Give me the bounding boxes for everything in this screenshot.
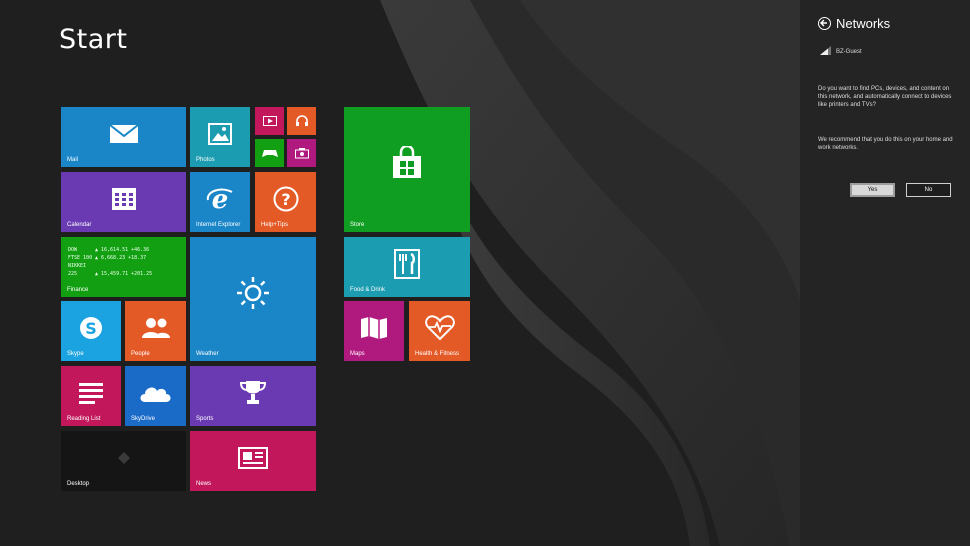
tile-maps[interactable]: Maps xyxy=(344,301,404,361)
headphones-icon xyxy=(295,115,308,126)
tile-store[interactable]: Store xyxy=(344,107,470,232)
tile-label: Reading List xyxy=(67,416,101,422)
finance-value: ▲ 16,614.51 +46.36 xyxy=(95,247,150,253)
tile-label: Desktop xyxy=(67,481,90,487)
heart-icon xyxy=(424,315,455,341)
video-icon xyxy=(262,116,277,126)
tile-label: Health & Fitness xyxy=(415,351,460,357)
finance-value: ▲ 6,668.23 +18.37 xyxy=(95,255,147,261)
tile-label: Maps xyxy=(350,351,365,357)
tile-finance[interactable]: DOW ▲ 16,614.51 +46.36 FTSE 100 ▲ 6,668.23… xyxy=(61,237,186,297)
tile-label: People xyxy=(131,351,150,357)
network-name: BZ-Guest xyxy=(836,49,862,55)
svg-text:?: ? xyxy=(281,190,290,209)
finance-index: DOW xyxy=(68,247,78,253)
tile-people[interactable]: People xyxy=(125,301,186,361)
svg-text:S: S xyxy=(85,319,97,338)
finance-value: ▲ 15,459.71 +201.25 xyxy=(95,271,153,277)
cloud-icon xyxy=(140,387,170,402)
tile-label: Store xyxy=(350,222,365,228)
fork-knife-icon xyxy=(394,249,420,279)
back-arrow-icon[interactable] xyxy=(818,17,831,30)
tile-calendar[interactable]: Calendar xyxy=(61,172,186,232)
networks-charm-panel: Networks BZ-Guest Do you want to find PC… xyxy=(800,0,970,546)
tile-label: Food & Drink xyxy=(350,287,386,293)
mail-icon xyxy=(108,124,139,143)
tile-games[interactable] xyxy=(255,139,284,167)
finance-rows: DOW ▲ 16,614.51 +46.36 FTSE 100 ▲ 6,668.23… xyxy=(68,246,152,278)
tile-internet-explorer[interactable]: e Internet Explorer xyxy=(190,172,250,232)
people-icon xyxy=(141,318,170,338)
tile-label: Calendar xyxy=(67,222,92,228)
map-icon xyxy=(361,317,387,339)
camera-icon xyxy=(294,148,309,159)
tile-label: Photos xyxy=(196,157,215,163)
skype-icon: S xyxy=(80,317,102,339)
reading-list-icon xyxy=(79,383,103,404)
tile-label: Sports xyxy=(196,416,214,422)
tile-news[interactable]: News xyxy=(190,431,316,491)
tile-label: Weather xyxy=(196,351,219,357)
photos-icon xyxy=(208,123,232,145)
tile-food-drink[interactable]: Food & Drink xyxy=(344,237,470,297)
tile-label: Internet Explorer xyxy=(196,222,241,228)
tile-help-tips[interactable]: ? Help+Tips xyxy=(255,172,316,232)
calendar-icon xyxy=(111,188,136,210)
yes-button[interactable]: Yes xyxy=(850,183,895,197)
tile-label: Skype xyxy=(67,351,84,357)
tile-label: Finance xyxy=(67,287,89,293)
page-title: Start xyxy=(59,24,128,55)
tile-label: SkyDrive xyxy=(131,416,156,422)
tile-label: Help+Tips xyxy=(261,222,288,228)
tile-skype[interactable]: S Skype xyxy=(61,301,121,361)
finance-index: NIKKEI 225 xyxy=(68,263,87,277)
trophy-icon xyxy=(239,381,267,404)
tile-weather[interactable]: Weather xyxy=(190,237,316,361)
charm-header: Networks xyxy=(818,16,890,31)
discovery-question: Do you want to find PCs, devices, and co… xyxy=(818,86,952,108)
game-controller-icon xyxy=(261,150,278,157)
tile-reading-list[interactable]: Reading List xyxy=(61,366,121,426)
finance-index: FTSE 100 xyxy=(68,255,93,261)
tile-skydrive[interactable]: SkyDrive xyxy=(125,366,186,426)
tile-label: Mail xyxy=(67,157,79,163)
tile-health-fitness[interactable]: Health & Fitness xyxy=(409,301,470,361)
tile-sports[interactable]: Sports xyxy=(190,366,316,426)
tile-desktop[interactable]: Desktop xyxy=(61,431,186,491)
news-icon xyxy=(238,447,268,469)
charm-title: Networks xyxy=(836,16,891,31)
tile-camera[interactable] xyxy=(287,139,316,167)
tile-label: News xyxy=(196,481,212,487)
tile-music[interactable] xyxy=(287,107,316,135)
help-icon: ? xyxy=(273,186,298,212)
internet-explorer-icon: e xyxy=(206,186,233,212)
desktop-wallpaper-icon xyxy=(117,452,130,464)
wifi-signal-icon xyxy=(820,46,831,55)
tile-mail[interactable]: Mail xyxy=(61,107,186,167)
recommendation-text: We recommend that you do this on your ho… xyxy=(818,137,953,151)
tile-photos[interactable]: Photos xyxy=(190,107,250,167)
store-bag-icon xyxy=(393,146,421,179)
network-item[interactable]: BZ-Guest xyxy=(820,46,862,55)
tile-video[interactable] xyxy=(255,107,284,135)
no-button[interactable]: No xyxy=(906,183,951,197)
sun-icon xyxy=(237,276,269,309)
